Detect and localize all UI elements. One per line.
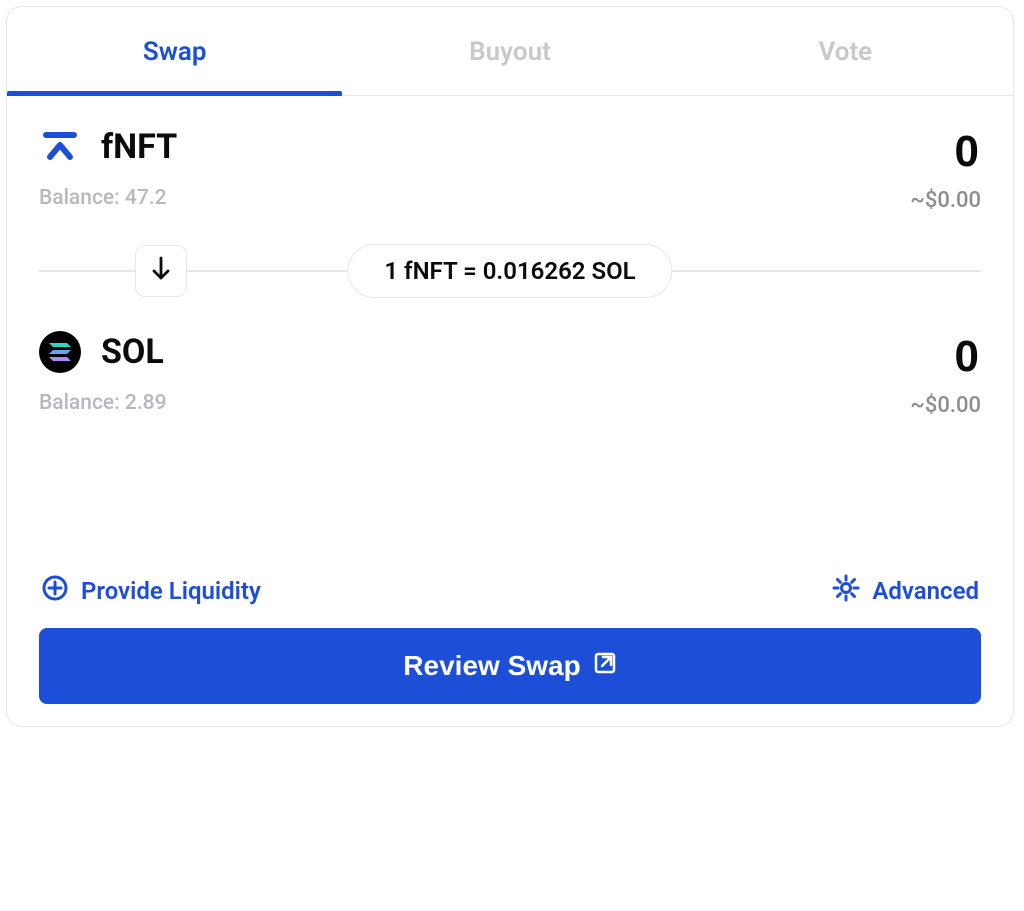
to-token-row: SOL Balance: 2.89 ~$0.00: [39, 331, 981, 418]
exchange-rate[interactable]: 1 fNFT = 0.016262 SOL: [347, 244, 672, 298]
card-body: fNFT Balance: 47.2 ~$0.00 1 fNFT = 0.016…: [7, 96, 1013, 726]
open-external-icon: [593, 650, 617, 682]
from-usd-value: ~$0.00: [910, 188, 981, 213]
spacer: [39, 418, 981, 568]
tab-swap[interactable]: Swap: [7, 7, 342, 95]
tab-buyout[interactable]: Buyout: [342, 7, 677, 95]
tab-bar: Swap Buyout Vote: [7, 7, 1013, 96]
provide-liquidity-link[interactable]: Provide Liquidity: [41, 574, 261, 608]
swap-direction-button[interactable]: [135, 245, 187, 297]
to-token-name[interactable]: SOL: [101, 332, 164, 372]
sol-token-icon: [39, 331, 81, 373]
to-balance: Balance: 2.89: [39, 391, 167, 415]
swap-card: Swap Buyout Vote fNFT Balance: 47.2: [6, 6, 1014, 727]
arrow-down-icon: [150, 256, 172, 286]
advanced-link[interactable]: Advanced: [832, 574, 979, 608]
fnft-token-icon: [39, 126, 81, 168]
from-token-row: fNFT Balance: 47.2 ~$0.00: [39, 126, 981, 213]
gear-icon: [832, 574, 860, 608]
to-amount-input[interactable]: [721, 331, 981, 383]
swap-divider: 1 fNFT = 0.016262 SOL: [39, 245, 981, 297]
plus-circle-icon: [41, 574, 69, 608]
advanced-label: Advanced: [872, 577, 979, 605]
review-swap-button[interactable]: Review Swap: [39, 628, 981, 704]
review-swap-label: Review Swap: [403, 650, 580, 682]
from-balance: Balance: 47.2: [39, 186, 177, 210]
provide-liquidity-label: Provide Liquidity: [81, 577, 261, 605]
footer-links: Provide Liquidity: [39, 568, 981, 628]
tab-vote[interactable]: Vote: [678, 7, 1013, 95]
from-amount-input[interactable]: [721, 126, 981, 178]
to-usd-value: ~$0.00: [910, 393, 981, 418]
from-token-name[interactable]: fNFT: [101, 127, 177, 167]
